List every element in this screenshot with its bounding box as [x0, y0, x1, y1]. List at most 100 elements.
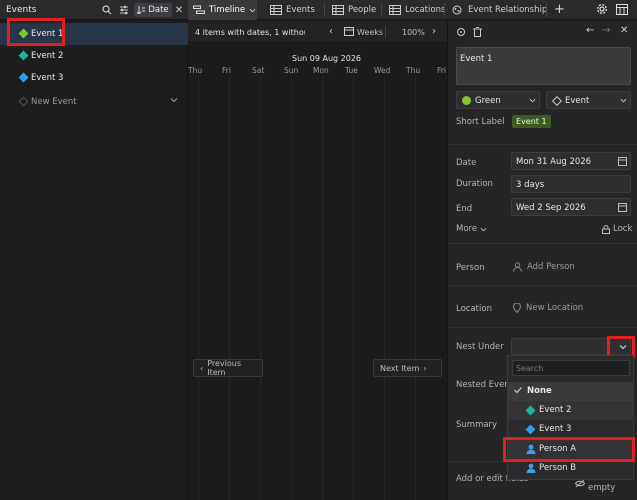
- chevron-down-icon[interactable]: [170, 96, 178, 104]
- day-gridline: [415, 76, 416, 500]
- day-gridline: [260, 76, 261, 500]
- day-label: Thu: [406, 66, 421, 75]
- day-label: Wed: [374, 66, 391, 75]
- tab-event-relationship-label: Event Relationship: [468, 5, 548, 15]
- short-label-title: Short Label: [456, 117, 505, 127]
- day-label: Mon: [313, 66, 329, 75]
- events-panel: Events Date ✕ Event 1 Event 2 Event 3 Ne…: [0, 0, 188, 500]
- more-toggle[interactable]: More: [456, 224, 487, 234]
- event-list-item-1[interactable]: Event 1: [0, 23, 188, 45]
- duration-field[interactable]: 3 days: [511, 175, 631, 193]
- more-label: More: [456, 224, 478, 234]
- nest-under-label: Nest Under: [456, 342, 504, 352]
- calendar-icon: [344, 26, 354, 36]
- event-2-diamond-icon: [525, 405, 536, 416]
- zoom-unit-select[interactable]: Weeks: [357, 28, 383, 37]
- type-select[interactable]: Event: [546, 91, 631, 109]
- sort-by-date-button[interactable]: Date: [134, 3, 172, 17]
- tab-locations-label: Locations: [405, 5, 446, 15]
- tab-timeline[interactable]: Timeline: [188, 0, 257, 20]
- next-item-button[interactable]: Next Item ›: [373, 359, 442, 377]
- day-label: Fri: [222, 66, 231, 75]
- relationship-graph-icon: [452, 5, 464, 15]
- tab-locations[interactable]: Locations: [384, 0, 450, 20]
- green-color-dot: [462, 96, 471, 105]
- event-list-item-2[interactable]: Event 2: [0, 45, 188, 67]
- layout-panels-icon[interactable]: [616, 4, 628, 15]
- dropdown-option-none[interactable]: None: [508, 382, 633, 401]
- arrow-left-icon[interactable]: ←: [586, 25, 594, 36]
- nest-under-select[interactable]: [511, 338, 631, 355]
- day-label: Sat: [252, 66, 265, 75]
- color-select[interactable]: Green: [456, 91, 540, 109]
- new-event-diamond-icon: [18, 96, 29, 107]
- date-label: Date: [456, 158, 477, 168]
- tab-separator: [444, 3, 445, 17]
- end-date-field[interactable]: Wed 2 Sep 2026: [511, 198, 631, 216]
- tab-events[interactable]: Events: [265, 0, 320, 20]
- start-date-field[interactable]: Mon 31 Aug 2026: [511, 152, 631, 170]
- chevron-down-icon[interactable]: [619, 343, 627, 351]
- toolbar-separator: [385, 26, 386, 38]
- close-icon[interactable]: ✕: [620, 25, 628, 36]
- event-3-diamond-icon: [18, 72, 29, 83]
- zoom-level[interactable]: 100%: [402, 28, 425, 37]
- new-event-label: New Event: [31, 97, 77, 107]
- sort-by-date-label: Date: [148, 5, 169, 15]
- previous-item-label: Previous Item: [207, 359, 242, 377]
- tab-event-relationship[interactable]: Event Relationship: [447, 0, 552, 20]
- duration-label: Duration: [456, 179, 493, 189]
- day-gridline: [198, 76, 199, 500]
- dropdown-search-input[interactable]: [512, 360, 630, 376]
- short-label-badge[interactable]: Event 1: [512, 115, 551, 128]
- new-location-button[interactable]: New Location: [513, 303, 583, 313]
- summary-label: Summary: [456, 420, 498, 430]
- chevron-left-icon[interactable]: ‹: [329, 27, 333, 37]
- chevron-right-icon[interactable]: ›: [432, 27, 436, 37]
- filter-sliders-icon[interactable]: [117, 3, 131, 17]
- previous-item-button[interactable]: ‹ Previous Item: [193, 359, 263, 377]
- add-tab-plus-icon[interactable]: +: [554, 3, 565, 16]
- chevron-left-icon: ‹: [200, 363, 204, 373]
- chevron-down-icon: [620, 97, 627, 104]
- target-icon[interactable]: [456, 27, 466, 37]
- lock-toggle[interactable]: Lock: [602, 224, 632, 234]
- close-icon[interactable]: ✕: [172, 3, 186, 17]
- day-label: Fri: [437, 66, 446, 75]
- add-person-label: Add Person: [527, 262, 575, 272]
- tab-timeline-label: Timeline: [209, 5, 246, 15]
- add-person-button[interactable]: Add Person: [513, 262, 575, 272]
- tab-people[interactable]: People: [327, 0, 381, 20]
- dropdown-option-event-2[interactable]: Event 2: [508, 401, 633, 420]
- start-date-value: Mon 31 Aug 2026: [516, 157, 592, 167]
- new-location-label: New Location: [526, 303, 584, 313]
- search-icon[interactable]: [100, 3, 114, 17]
- day-gridline: [291, 76, 292, 500]
- events-panel-title: Events: [6, 5, 37, 15]
- section-divider: [448, 285, 637, 286]
- event-2-diamond-icon: [18, 50, 29, 61]
- dropdown-option-label: Person A: [539, 444, 577, 454]
- event-3-diamond-icon: [525, 424, 536, 435]
- location-label: Location: [456, 304, 492, 314]
- arrow-right-icon[interactable]: →: [602, 25, 610, 36]
- dropdown-option-event-3[interactable]: Event 3: [508, 420, 633, 439]
- chevron-down-icon: [249, 7, 256, 14]
- tab-separator: [546, 3, 547, 17]
- calendar-icon: [618, 202, 627, 212]
- event-name-field[interactable]: Event 1: [456, 47, 631, 85]
- new-event-row[interactable]: New Event: [0, 91, 188, 113]
- timeline-icon: [193, 5, 205, 15]
- gear-icon[interactable]: [596, 3, 608, 15]
- location-pin-icon: [513, 303, 521, 313]
- view-tab-bar: Timeline Events People Locations Event R…: [188, 0, 637, 20]
- timeline-canvas[interactable]: Sun 09 Aug 2026 Thu Fri Sat Sun Mon Tue …: [188, 44, 447, 500]
- event-list-item-label: Event 3: [31, 73, 64, 83]
- chevron-right-icon: ›: [423, 363, 427, 373]
- dropdown-option-person-b[interactable]: Person B: [508, 459, 633, 478]
- day-label: Thu: [188, 66, 203, 75]
- event-list-item-3[interactable]: Event 3: [0, 67, 188, 89]
- calendar-icon: [618, 156, 627, 166]
- dropdown-option-person-a[interactable]: Person A: [508, 440, 633, 459]
- trash-icon[interactable]: [473, 27, 482, 37]
